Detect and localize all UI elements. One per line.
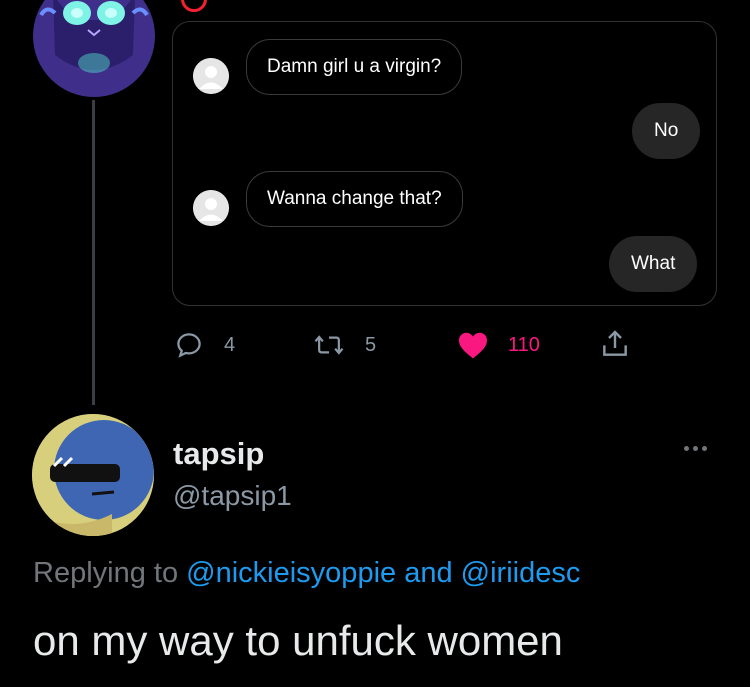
share-icon — [603, 330, 627, 356]
like-count: 110 — [508, 333, 540, 356]
dm-message-text: Damn girl u a virgin? — [267, 56, 442, 77]
reply-count: 4 — [224, 333, 236, 356]
dm-message-bubble: Damn girl u a virgin? — [246, 39, 463, 95]
dm-message-bubble: No — [632, 103, 701, 159]
reply-button[interactable]: 4 — [174, 330, 235, 360]
share-button[interactable] — [598, 328, 632, 360]
replying-to-line: Replying to @nickieisyoppie and @iriides… — [33, 557, 580, 590]
reply-author-avatar[interactable] — [32, 414, 154, 536]
reply-display-name[interactable]: tapsip — [173, 436, 264, 472]
retweet-icon — [314, 335, 344, 355]
status-indicator-icon — [181, 0, 207, 12]
dm-sender-avatar-icon — [193, 58, 229, 94]
dm-message-text: What — [631, 253, 676, 274]
heart-filled-icon — [459, 332, 487, 359]
reply-handle[interactable]: @tapsip1 — [173, 480, 292, 512]
reply-bubble-icon — [177, 333, 201, 358]
reply-tweet-text: on my way to unfuck women — [33, 617, 563, 664]
replying-to-label: Replying to — [33, 557, 179, 589]
dm-message-text: Wanna change that? — [267, 188, 442, 209]
cat-character-avatar-icon — [33, 0, 155, 97]
more-options-icon[interactable] — [684, 446, 707, 451]
retweet-count: 5 — [365, 333, 377, 356]
sunglasses-character-avatar-icon — [32, 414, 154, 536]
dm-message-text: No — [654, 120, 679, 141]
replying-joiner[interactable]: and — [404, 557, 452, 589]
mention-link[interactable]: @nickieisyoppie — [186, 557, 396, 589]
dm-message-bubble: Wanna change that? — [246, 171, 463, 227]
thread-connector-line — [92, 100, 95, 405]
dm-message-bubble: What — [609, 236, 698, 292]
previous-author-avatar[interactable] — [33, 0, 155, 97]
dm-sender-avatar-icon — [193, 190, 229, 226]
retweet-button[interactable]: 5 — [313, 330, 376, 360]
like-button[interactable]: 110 — [457, 330, 540, 360]
mention-link[interactable]: @iriidesc — [461, 557, 581, 589]
